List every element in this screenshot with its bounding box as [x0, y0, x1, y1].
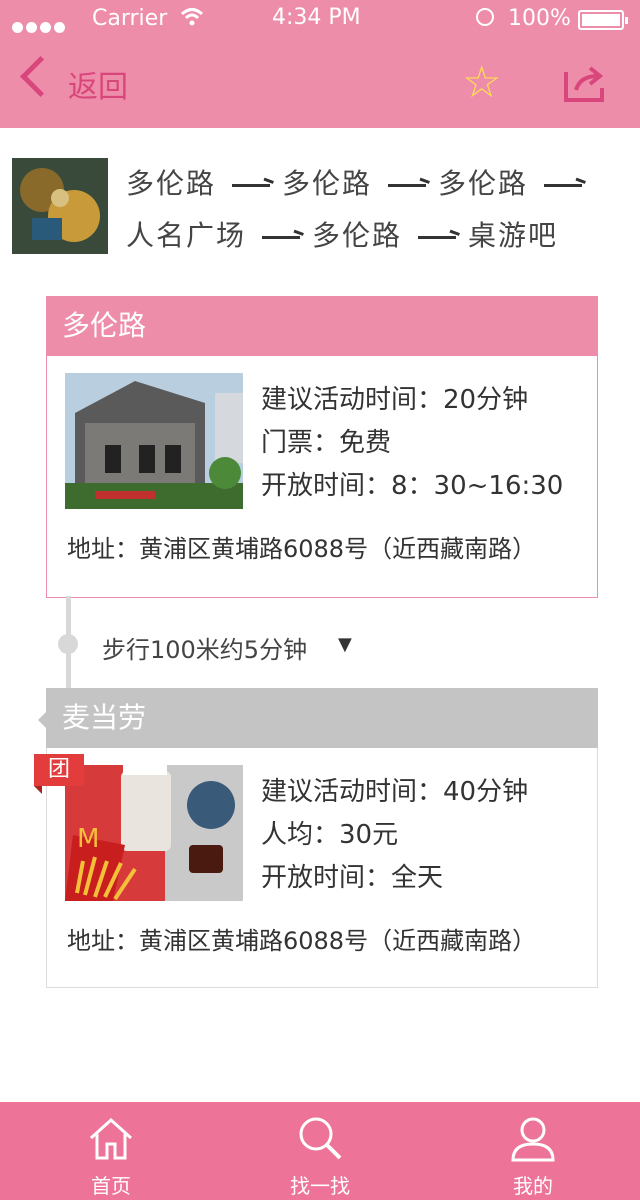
- arrow-icon: [544, 175, 584, 195]
- arrow-icon: [418, 227, 458, 247]
- timeline-dot: [58, 634, 78, 654]
- per-person-price: 人均：30元: [261, 820, 399, 850]
- tab-label: 首页: [91, 1174, 131, 1198]
- route-line-1: 多伦路 多伦路 多伦路: [126, 158, 626, 210]
- walk-info[interactable]: 步行100米约5分钟: [102, 630, 307, 665]
- open-hours: 开放时间：8：30~16:30: [261, 471, 564, 501]
- route-stop: 人名广场: [126, 219, 247, 252]
- tab-label: 找一找: [290, 1174, 350, 1198]
- carrier-label: Carrier: [92, 6, 168, 31]
- user-icon: [511, 1117, 555, 1162]
- wifi-icon: [180, 6, 204, 33]
- stop-card-2[interactable]: 麦当劳 M 建议活动时间：40分钟 人均：30元 开放时间：全天 地址：黄浦区黄…: [46, 688, 598, 988]
- stop-title: 多伦路: [46, 296, 598, 356]
- stop-title: 麦当劳: [46, 688, 598, 748]
- ticket-price: 门票：免费: [261, 428, 392, 458]
- dropdown-caret-icon[interactable]: ▼: [338, 634, 352, 655]
- signal-dots: [12, 14, 68, 33]
- battery-percent: 100%: [508, 6, 571, 31]
- tab-home[interactable]: 首页: [36, 1102, 186, 1200]
- back-button[interactable]: 返回: [68, 62, 128, 106]
- open-hours: 开放时间：全天: [261, 863, 444, 893]
- group-buy-badge: 团: [34, 754, 84, 794]
- stop-info: 建议活动时间：40分钟 人均：30元 开放时间：全天: [261, 771, 528, 900]
- home-icon: [89, 1117, 133, 1160]
- arrow-icon: [388, 175, 428, 195]
- search-icon: [299, 1117, 342, 1160]
- suggested-time: 建议活动时间：20分钟: [261, 385, 529, 415]
- route-stop: 多伦路: [282, 167, 373, 200]
- arrow-icon: [232, 175, 272, 195]
- stop-info: 建议活动时间：20分钟 门票：免费 开放时间：8：30~16:30: [261, 379, 563, 508]
- battery-icon: [578, 10, 628, 30]
- stop-address: 地址：黄浦区黄埔路6088号（近西藏南路）: [67, 927, 537, 955]
- share-icon[interactable]: [562, 64, 604, 102]
- star-icon[interactable]: ☆: [462, 58, 501, 108]
- suggested-time: 建议活动时间：40分钟: [261, 777, 529, 807]
- tab-label: 我的: [513, 1174, 553, 1198]
- route-line-2: 人名广场 多伦路 桌游吧: [126, 210, 626, 262]
- stop-photo: [65, 373, 243, 509]
- tab-search[interactable]: 找一找: [245, 1102, 395, 1200]
- stop-address: 地址：黄浦区黄埔路6088号（近西藏南路）: [67, 535, 537, 563]
- stop-photo: M: [65, 765, 243, 901]
- route-stop: 桌游吧: [468, 219, 559, 252]
- status-bar: Carrier 4:34 PM 100%: [0, 0, 640, 40]
- route-stop: 多伦路: [438, 167, 529, 200]
- rotation-lock-icon: [476, 8, 494, 26]
- route-stop: 多伦路: [312, 219, 403, 252]
- route-stop: 多伦路: [126, 167, 217, 200]
- route-summary: 多伦路 多伦路 多伦路 人名广场 多伦路 桌游吧: [126, 158, 626, 262]
- stop-card-1[interactable]: 多伦路 建议活动时间：20分钟 门票：免费 开放时间：8：30~16:30 地址…: [46, 296, 598, 598]
- route-thumbnail: [12, 158, 108, 254]
- arrow-icon: [262, 227, 302, 247]
- tab-profile[interactable]: 我的: [458, 1102, 608, 1200]
- svg-text:M: M: [77, 824, 99, 854]
- tab-bar: 首页 找一找 我的: [0, 1102, 640, 1200]
- status-time: 4:34 PM: [272, 5, 361, 30]
